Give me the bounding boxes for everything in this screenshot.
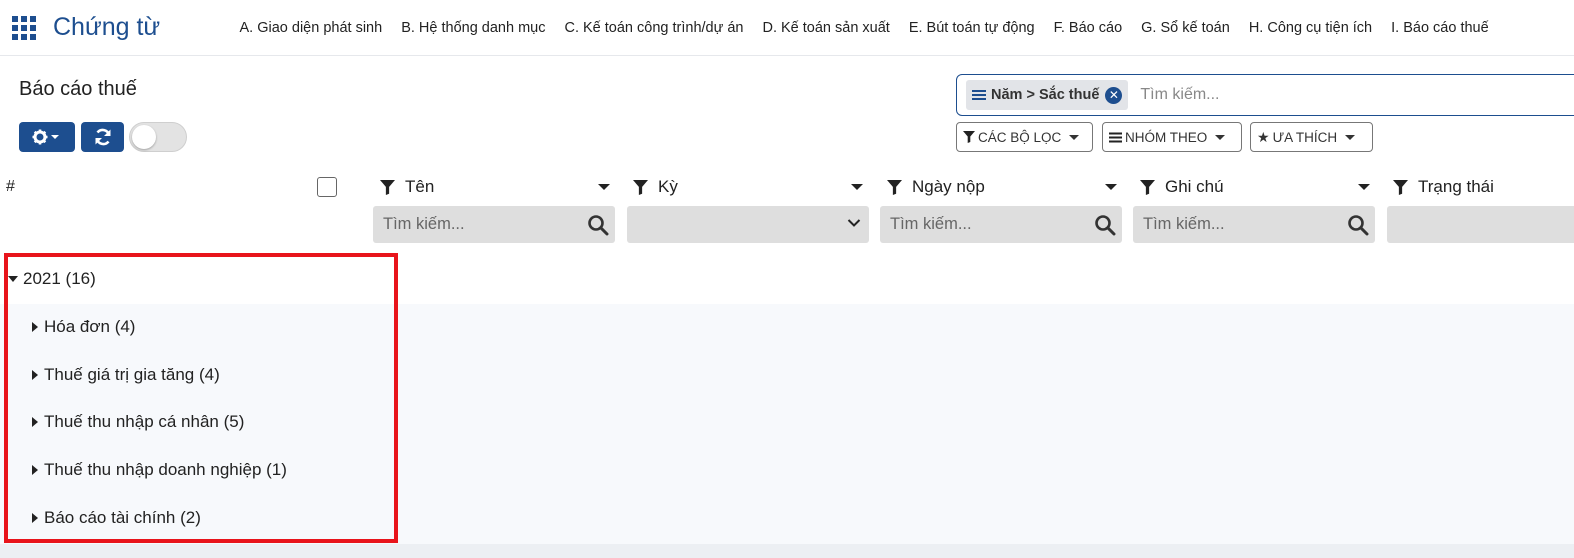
- column-label: Trạng thái: [1418, 177, 1494, 196]
- row-number-header: #: [6, 178, 15, 195]
- main-menu: A. Giao diện phát sinh B. Hệ thống danh …: [230, 17, 1498, 39]
- filter-input-ten[interactable]: [373, 215, 567, 234]
- star-icon: ★: [1257, 128, 1270, 145]
- top-navbar: Chứng từ A. Giao diện phát sinh B. Hệ th…: [0, 0, 1574, 56]
- funnel-icon: [1393, 179, 1408, 195]
- menu-item-but-toan[interactable]: E. Bút toán tự động: [899, 17, 1044, 39]
- menu-item-cong-cu[interactable]: H. Công cụ tiện ích: [1239, 17, 1381, 39]
- apps-grid-icon[interactable]: [12, 16, 36, 40]
- column-header-ghi-chu[interactable]: Ghi chú: [1140, 176, 1370, 198]
- caret-right-icon: [32, 465, 38, 475]
- group-row-bao-cao-tai-chinh[interactable]: Báo cáo tài chính (2): [32, 494, 201, 542]
- caret-right-icon: [32, 370, 38, 380]
- group-label: Hóa đơn (4): [44, 317, 136, 336]
- column-filter-ghi-chu: [1133, 206, 1375, 243]
- filters-label: CÁC BỘ LỌC: [978, 129, 1062, 145]
- group-label: 2021 (16): [23, 269, 96, 288]
- column-header-trang-thai[interactable]: Trạng thái: [1393, 176, 1574, 198]
- funnel-icon: [380, 179, 395, 195]
- caret-down-icon: [598, 184, 610, 190]
- caret-down-icon: [851, 184, 863, 190]
- column-label: Tên: [405, 177, 435, 196]
- menu-item-bao-cao[interactable]: F. Báo cáo: [1044, 17, 1132, 39]
- search-input[interactable]: [1140, 86, 1521, 104]
- menu-item-san-xuat[interactable]: D. Kế toán sản xuất: [753, 17, 899, 39]
- menu-item-danh-muc[interactable]: B. Hệ thống danh mục: [392, 17, 555, 39]
- column-header-ngay-nop[interactable]: Ngày nộp: [887, 176, 1117, 198]
- column-filter-ngay-nop: [880, 206, 1122, 243]
- filter-input-ngay-nop[interactable]: [880, 215, 1074, 234]
- page-title: Báo cáo thuế: [19, 78, 137, 100]
- funnel-icon: [887, 179, 902, 195]
- column-label: Ghi chú: [1165, 177, 1224, 196]
- caret-down-icon: [1345, 134, 1356, 140]
- group-row-thue-gtgt[interactable]: Thuế giá trị gia tăng (4): [32, 351, 220, 399]
- group-by-label: NHÓM THEO: [1125, 129, 1208, 145]
- footer-strip: [0, 544, 1574, 558]
- favorites-dropdown-button[interactable]: ★ ƯA THÍCH: [1250, 122, 1373, 152]
- group-by-dropdown-button[interactable]: NHÓM THEO: [1102, 122, 1242, 152]
- favorites-label: ƯA THÍCH: [1272, 129, 1338, 145]
- caret-down-icon: [8, 276, 18, 282]
- caret-down-icon: [1069, 134, 1080, 140]
- caret-down-icon: [1215, 134, 1226, 140]
- toggle-knob: [132, 125, 156, 149]
- group-row-year[interactable]: 2021 (16): [8, 255, 96, 303]
- menu-item-giao-dien[interactable]: A. Giao diện phát sinh: [230, 17, 392, 39]
- funnel-icon: [963, 131, 975, 143]
- column-header-ten[interactable]: Tên: [380, 176, 610, 198]
- group-row-thue-tncn[interactable]: Thuế thu nhập cá nhân (5): [32, 398, 244, 446]
- view-toggle-switch[interactable]: [129, 122, 187, 152]
- filter-input-ghi-chu[interactable]: [1133, 215, 1327, 234]
- search-facet: Năm > Sắc thuế ✕: [966, 80, 1129, 110]
- search-icon[interactable]: [1347, 214, 1369, 236]
- filters-dropdown-button[interactable]: CÁC BỘ LỌC: [956, 122, 1093, 152]
- actions-gear-button[interactable]: [19, 122, 75, 152]
- column-filter-trang-thai[interactable]: [1387, 206, 1574, 243]
- column-filter-ten: [373, 206, 615, 243]
- funnel-icon: [633, 179, 648, 195]
- gear-icon: [32, 129, 59, 145]
- bars-icon: [1109, 132, 1122, 142]
- group-label: Thuế thu nhập cá nhân (5): [44, 412, 245, 431]
- search-facet-label: Năm > Sắc thuế: [991, 87, 1100, 103]
- search-icon[interactable]: [587, 214, 609, 236]
- chevron-down-icon: [847, 219, 861, 227]
- column-filter-ky[interactable]: [627, 206, 869, 243]
- refresh-button[interactable]: [81, 122, 124, 152]
- menu-item-so-ke-toan[interactable]: G. Sổ kế toán: [1132, 17, 1240, 39]
- select-all-checkbox[interactable]: [317, 177, 337, 197]
- app-brand[interactable]: Chứng từ: [53, 12, 160, 42]
- column-label: Kỳ: [658, 177, 678, 196]
- caret-right-icon: [32, 417, 38, 427]
- caret-right-icon: [32, 322, 38, 332]
- group-by-icon: [972, 90, 986, 100]
- search-bar: Năm > Sắc thuế ✕: [956, 74, 1574, 116]
- group-label: Thuế thu nhập doanh nghiệp (1): [44, 460, 287, 479]
- group-label: Thuế giá trị gia tăng (4): [44, 365, 220, 384]
- caret-down-icon: [1105, 184, 1117, 190]
- caret-down-icon: [1358, 184, 1370, 190]
- group-row-thue-tndn[interactable]: Thuế thu nhập doanh nghiệp (1): [32, 446, 287, 494]
- menu-item-bao-cao-thue[interactable]: I. Báo cáo thuế: [1382, 17, 1499, 39]
- close-icon[interactable]: ✕: [1105, 86, 1123, 104]
- group-label: Báo cáo tài chính (2): [44, 508, 201, 527]
- group-row-hoa-don[interactable]: Hóa đơn (4): [32, 303, 135, 351]
- search-icon[interactable]: [1094, 214, 1116, 236]
- caret-right-icon: [32, 513, 38, 523]
- table-row: [0, 254, 1574, 304]
- funnel-icon: [1140, 179, 1155, 195]
- refresh-icon: [95, 128, 110, 146]
- menu-item-cong-trinh[interactable]: C. Kế toán công trình/dự án: [555, 17, 753, 39]
- column-label: Ngày nộp: [912, 177, 985, 196]
- column-header-ky[interactable]: Kỳ: [633, 176, 863, 198]
